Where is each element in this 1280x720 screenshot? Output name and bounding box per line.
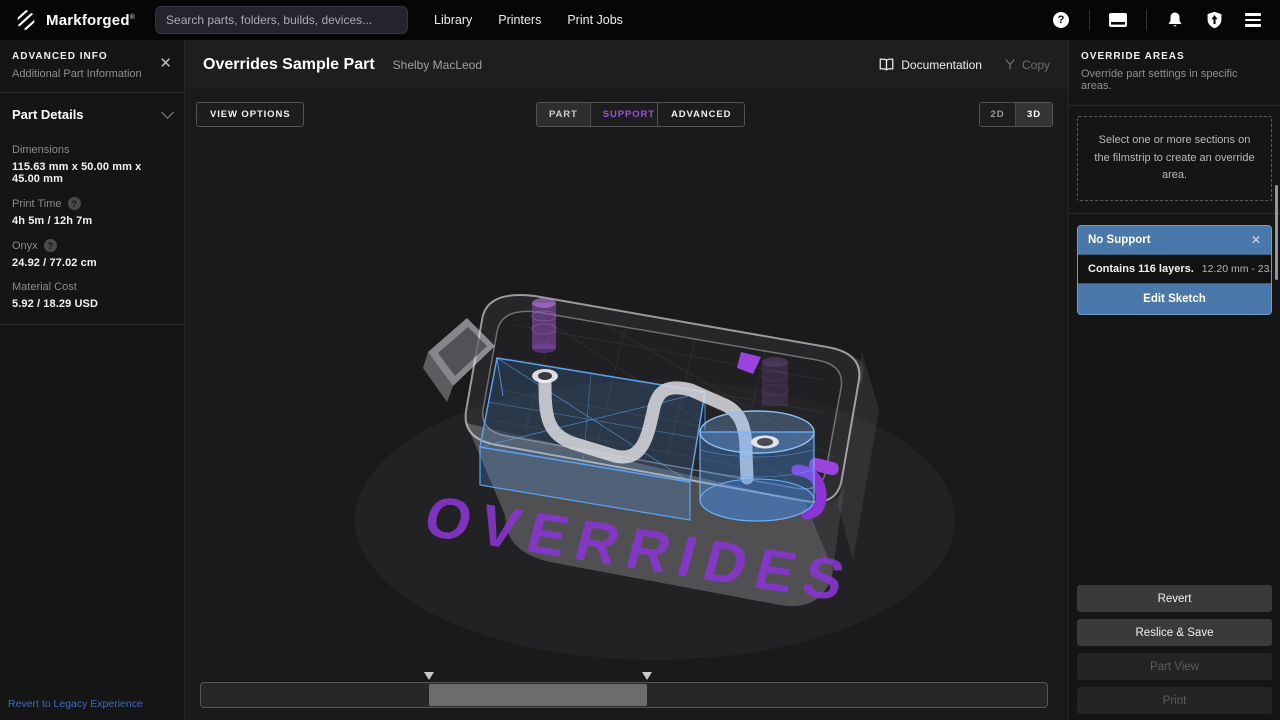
- printer-status-icon[interactable]: [1107, 9, 1129, 31]
- print-button[interactable]: Print: [1077, 687, 1272, 714]
- panel-subtitle: Additional Part Information: [12, 68, 172, 80]
- notifications-bell-icon[interactable]: [1164, 9, 1186, 31]
- support-cylinder-right: [762, 357, 788, 406]
- toggle-3d[interactable]: 3D: [1016, 103, 1052, 126]
- app-window: Markforged® Library Printers Print Jobs …: [0, 0, 1280, 720]
- override-areas-header: OVERRIDE AREAS Override part settings in…: [1069, 40, 1280, 106]
- help-tooltip-icon[interactable]: ?: [44, 239, 57, 252]
- documentation-button[interactable]: Documentation: [879, 58, 982, 72]
- main-content: Overrides Sample Part Shelby MacLeod Doc…: [185, 40, 1068, 720]
- markforged-logo[interactable]: Markforged®: [14, 8, 135, 32]
- nav-print-jobs[interactable]: Print Jobs: [567, 13, 623, 27]
- filmstrip-marker[interactable]: [424, 672, 434, 680]
- panel-title: ADVANCED INFO: [12, 51, 172, 62]
- 2d-3d-toggle: 2D 3D: [979, 102, 1053, 127]
- field-print-time: Print Time? 4h 5m / 12h 7m: [12, 197, 172, 227]
- close-icon[interactable]: ✕: [159, 56, 172, 71]
- override-region-cylinder: [700, 411, 814, 521]
- panel-divider: [1069, 213, 1280, 214]
- filmstrip-marker[interactable]: [642, 672, 652, 680]
- topbar-divider: [1146, 10, 1147, 30]
- part-support-toggle: PART SUPPORT: [536, 102, 668, 127]
- override-card-header[interactable]: No Support ✕: [1078, 226, 1271, 254]
- nav-library[interactable]: Library: [434, 13, 472, 27]
- filmstrip-instruction: Select one or more sections on the films…: [1077, 116, 1272, 201]
- menu-icon[interactable]: [1242, 9, 1264, 31]
- shield-update-icon[interactable]: [1203, 9, 1225, 31]
- action-buttons: Revert Reslice & Save Part View Print: [1069, 585, 1280, 720]
- chevron-down-icon: [161, 106, 174, 119]
- tab-part[interactable]: PART: [537, 103, 591, 126]
- top-navigation-bar: Markforged® Library Printers Print Jobs …: [0, 0, 1280, 40]
- field-material-cost: Material Cost 5.92 / 18.29 USD: [12, 281, 172, 310]
- 3d-viewport[interactable]: OVERRIDES VIEW OPTIONS PART SUPPORT ADVA…: [185, 90, 1068, 720]
- search-input[interactable]: [166, 13, 397, 27]
- tab-support[interactable]: SUPPORT: [591, 103, 667, 126]
- advanced-button[interactable]: ADVANCED: [657, 102, 745, 127]
- support-cylinder-left: [532, 298, 556, 353]
- override-areas-panel: OVERRIDE AREAS Override part settings in…: [1068, 40, 1280, 720]
- advanced-info-header: ADVANCED INFO Additional Part Informatio…: [0, 40, 184, 93]
- revert-button[interactable]: Revert: [1077, 585, 1272, 612]
- field-dimensions: Dimensions 115.63 mm x 50.00 mm x 45.00 …: [12, 144, 172, 185]
- override-card-details: Contains 116 layers. 12.20 mm - 23.80 mm: [1078, 254, 1271, 284]
- override-layer-count: Contains 116 layers.: [1088, 263, 1194, 275]
- nav-printers[interactable]: Printers: [498, 13, 541, 27]
- override-area-card: No Support ✕ Contains 116 layers. 12.20 …: [1077, 225, 1272, 315]
- panel-subtitle: Override part settings in specific areas…: [1081, 68, 1268, 92]
- primary-nav: Library Printers Print Jobs: [434, 13, 623, 27]
- panel-title: OVERRIDE AREAS: [1081, 51, 1268, 62]
- brand-trademark: ®: [130, 14, 135, 21]
- markforged-hex-icon: [14, 8, 38, 32]
- part-owner: Shelby MacLeod: [393, 58, 482, 72]
- override-name: No Support: [1088, 234, 1151, 246]
- filmstrip-selected-range[interactable]: [429, 684, 647, 706]
- copy-button[interactable]: Copy: [1004, 58, 1050, 72]
- part-header: Overrides Sample Part Shelby MacLeod Doc…: [185, 40, 1068, 90]
- advanced-info-panel: ADVANCED INFO Additional Part Informatio…: [0, 40, 185, 720]
- revert-legacy-link[interactable]: Revert to Legacy Experience: [0, 688, 184, 720]
- edit-sketch-button[interactable]: Edit Sketch: [1078, 284, 1271, 314]
- part-model-canvas[interactable]: OVERRIDES: [185, 90, 1068, 720]
- part-details-title: Part Details: [12, 107, 84, 122]
- book-icon: [879, 58, 894, 71]
- layer-filmstrip[interactable]: [200, 682, 1048, 708]
- reslice-save-button[interactable]: Reslice & Save: [1077, 619, 1272, 646]
- toggle-2d[interactable]: 2D: [980, 103, 1016, 126]
- part-details-fields: Dimensions 115.63 mm x 50.00 mm x 45.00 …: [0, 126, 184, 325]
- override-height-range: 12.20 mm - 23.80 mm: [1202, 263, 1272, 275]
- topbar-icon-group: ?: [1050, 9, 1264, 31]
- part-details-section-toggle[interactable]: Part Details: [0, 93, 184, 126]
- field-material-usage: Onyx? 24.92 / 77.02 cm: [12, 239, 172, 269]
- global-search[interactable]: [155, 6, 408, 34]
- page-title: Overrides Sample Part: [203, 56, 375, 74]
- view-options-button[interactable]: VIEW OPTIONS: [196, 102, 304, 127]
- part-view-button[interactable]: Part View: [1077, 653, 1272, 680]
- help-icon[interactable]: ?: [1050, 9, 1072, 31]
- brand-name: Markforged®: [46, 12, 135, 29]
- fork-icon: [1004, 58, 1016, 71]
- close-icon[interactable]: ✕: [1251, 234, 1261, 246]
- help-tooltip-icon[interactable]: ?: [68, 197, 81, 210]
- panel-scrollbar[interactable]: [1275, 185, 1278, 280]
- topbar-divider: [1089, 10, 1090, 30]
